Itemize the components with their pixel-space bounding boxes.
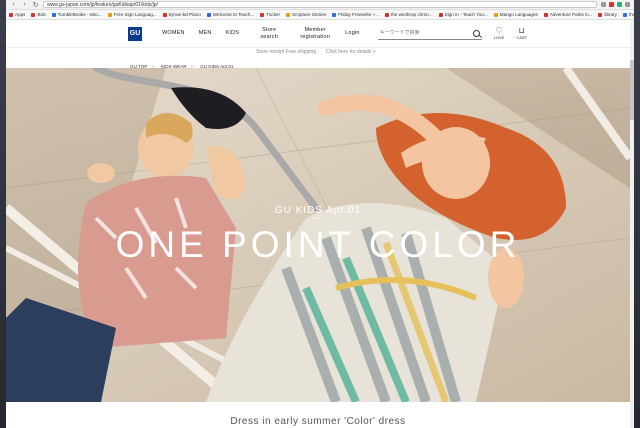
bookmark-label: library (604, 12, 617, 17)
bookmark-icon (51, 12, 56, 17)
love-button[interactable]: ♡ LOVE (493, 26, 505, 41)
bookmark-item[interactable]: Sign in - Teach You... (438, 12, 488, 17)
global-nav: WOMEN MEN KIDS Store search Member regis… (162, 27, 360, 41)
bookmark-label: Welcome to Teach... (212, 12, 255, 17)
notice-link[interactable]: Click here for details > (326, 49, 376, 55)
bookmark-label: Scripture Stories (292, 12, 327, 17)
cart-label: CART (516, 35, 528, 40)
scrollbar[interactable] (630, 20, 634, 428)
bookmark-item[interactable]: Mango Languages (493, 12, 538, 17)
bookmark-label: the winthrop chron... (391, 12, 433, 17)
bookmark-label: Sign in - Teach You... (444, 12, 488, 17)
bookmark-label: Free Sign Languag... (113, 12, 157, 17)
bookmark-item[interactable]: the childrens hour (622, 12, 634, 17)
extension-icons (601, 2, 630, 7)
bookmark-item[interactable]: Bob (31, 12, 46, 17)
desktop: ‹ › ↻ www.gu-japan.com/jp/feature/guKids… (0, 0, 640, 428)
love-label: LOVE (493, 35, 505, 40)
shipping-notice: Store receipt Free shipping Click here f… (6, 48, 634, 56)
bookmark-item[interactable]: Tucker (260, 12, 280, 17)
bookmark-icon (385, 12, 390, 17)
reload-icon[interactable]: ↻ (32, 1, 39, 9)
browser-window: ‹ › ↻ www.gu-japan.com/jp/feature/guKids… (6, 0, 634, 428)
back-icon[interactable]: ‹ (10, 1, 17, 8)
site-header: GU WOMEN MEN KIDS Store search Member re… (6, 20, 634, 48)
bookmark-label: Tucker (266, 12, 281, 17)
bookmark-icon (598, 12, 603, 17)
bookmark-label: Bob (37, 12, 46, 17)
bookmark-icon (332, 12, 337, 17)
bookmark-icon (107, 12, 112, 17)
bookmark-icon (543, 12, 548, 17)
extension-icon[interactable] (601, 2, 606, 7)
notice-text: Store receipt Free shipping (256, 49, 317, 55)
bookmark-icon (622, 12, 627, 17)
bookmark-item[interactable]: the winthrop chron... (385, 12, 433, 17)
bookmark-icon (260, 12, 265, 17)
bookmark-icon (438, 12, 443, 17)
bookmark-item[interactable]: Free Sign Languag... (107, 12, 157, 17)
header-icons: ♡ LOVE ⊔ CART (493, 26, 528, 41)
bookmark-label: TumbleBooks - eBo... (57, 12, 102, 17)
extension-icon[interactable] (609, 2, 614, 7)
bookmark-icon (286, 12, 291, 17)
nav-store-search[interactable]: Store search (253, 27, 285, 41)
extension-icon[interactable] (617, 2, 622, 7)
nav-men[interactable]: MEN (199, 30, 212, 37)
bookmark-item[interactable]: Friday Freewrite +... (332, 12, 379, 17)
bookmark-item[interactable]: Adventure Parks in... (543, 12, 593, 17)
bookmark-item[interactable]: TumbleBooks - eBo... (51, 12, 102, 17)
cart-icon: ⊔ (518, 26, 525, 35)
bookmark-item[interactable]: library (598, 12, 617, 17)
address-bar: ‹ › ↻ www.gu-japan.com/jp/feature/guKids… (6, 0, 634, 10)
search-box (377, 28, 482, 40)
bookmark-item[interactable]: Scripture Stories (286, 12, 326, 17)
bookmark-icon (31, 12, 36, 17)
hero-headline: ONE POINT COLOR (115, 224, 521, 265)
bookmark-label: Friday Freewrite +... (338, 12, 380, 17)
bookmark-label: Adventure Parks in... (549, 12, 593, 17)
bookmark-icon (206, 12, 211, 17)
cart-button[interactable]: ⊔ CART (516, 26, 528, 41)
bookmark-item[interactable]: bynoe-bd Piano (162, 12, 201, 17)
section-heading: Dress in early summer 'Color' dress (230, 416, 406, 427)
bookmark-icon (9, 12, 13, 17)
bookmark-label: Apps (15, 12, 26, 17)
search-input[interactable] (379, 30, 460, 36)
bookmark-label: bynoe-bd Piano (168, 12, 201, 17)
bookmark-item[interactable]: Welcome to Teach... (206, 12, 255, 17)
scrollbar-thumb[interactable] (630, 60, 634, 120)
search-icon[interactable] (472, 29, 480, 37)
bookmark-label: the childrens hour (628, 12, 634, 17)
bookmark-item[interactable]: Apps (9, 12, 25, 17)
bookmark-icon (162, 12, 167, 17)
heart-icon: ♡ (495, 26, 503, 35)
menu-icon[interactable] (625, 2, 630, 7)
hero-banner[interactable]: GU KIDS Apr.01 〰 ONE POINT COLOR (6, 68, 630, 402)
nav-women[interactable]: WOMEN (162, 30, 185, 37)
forward-icon[interactable]: › (21, 1, 28, 8)
nav-login[interactable]: Login (345, 30, 359, 37)
nav-kids[interactable]: KIDS (226, 30, 240, 37)
bookmark-label: Mango Languages (499, 12, 538, 17)
url-field[interactable]: www.gu-japan.com/jp/feature/guKidsapr01/… (43, 1, 597, 8)
bookmark-icon (493, 12, 498, 17)
nav-member-registration[interactable]: Member registration (299, 27, 331, 41)
wave-divider: 〰 (314, 214, 322, 223)
bookmarks-bar: Apps Bob TumbleBooks - eBo... Free Sign Lan… (6, 10, 634, 20)
gu-logo[interactable]: GU (128, 26, 142, 41)
hero-text: GU KIDS Apr.01 〰 ONE POINT COLOR (6, 205, 630, 266)
